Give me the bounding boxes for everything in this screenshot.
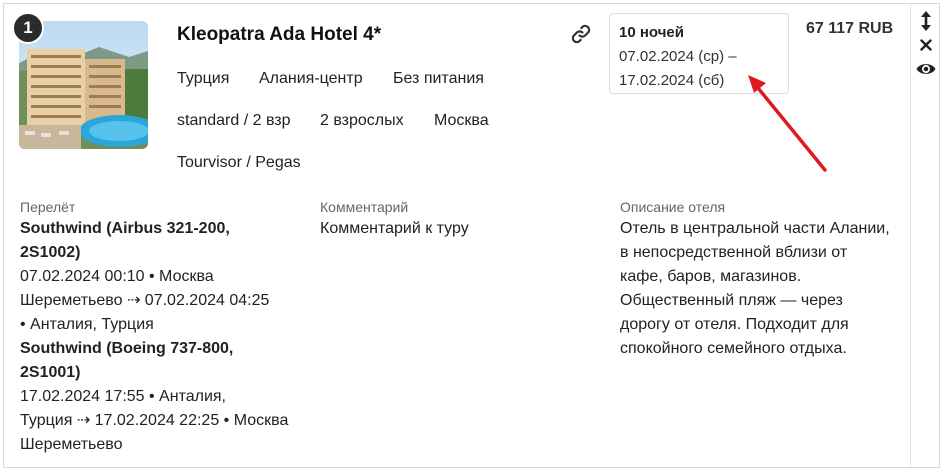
comment-label: Комментарий [320, 199, 409, 215]
tag-operator: Tourvisor / Pegas [177, 154, 301, 171]
comment-column: Комментарий Комментарий к туру [320, 197, 600, 241]
flight-detail: Шереметьево ⇢ 07.02.2024 04:25 [20, 292, 270, 309]
tag-room: standard / 2 взр [177, 112, 291, 129]
move-vertical-icon[interactable] [911, 10, 941, 32]
flight-segment: Southwind (Airbus 321-200, 2S1002) 07.02… [20, 217, 300, 337]
eye-icon[interactable] [911, 58, 941, 80]
dates-box: 10 ночей 07.02.2024 (ср) – 17.02.2024 (с… [609, 13, 789, 94]
tour-card: 1 Kleopatra Ada Hotel 4* Турция Алания-ц… [3, 3, 940, 468]
tag-region: Алания-центр [259, 70, 363, 87]
link-icon[interactable] [569, 22, 593, 46]
description-line: спокойного семейного отдыха. [620, 340, 847, 357]
date-from: 07.02.2024 (ср) – [619, 48, 737, 65]
flight-column: Перелёт Southwind (Airbus 321-200, 2S100… [20, 197, 300, 457]
tour-price: 67 117 RUB [806, 20, 894, 37]
description-line: кафе, баров, магазинов. [620, 268, 802, 285]
date-to: 17.02.2024 (сб) [619, 72, 725, 89]
flight-segment: Southwind (Boeing 737-800, 2S1001) 17.02… [20, 337, 300, 457]
tag-departure-city: Москва [434, 112, 489, 129]
tag-country: Турция [177, 70, 230, 87]
flight-detail: Шереметьево [20, 436, 123, 453]
close-icon[interactable] [911, 34, 941, 56]
tag-guests: 2 взрослых [320, 112, 404, 129]
description-line: Общественный пляж — через [620, 292, 843, 309]
flight-detail: • Анталия, Турция [20, 316, 154, 333]
description-line: Отель в центральной части Алании, [620, 220, 890, 237]
hotel-title[interactable]: Kleopatra Ada Hotel 4* [177, 24, 381, 46]
description-column: Описание отеля Отель в центральной части… [620, 197, 905, 361]
flight-detail: 07.02.2024 00:10 • Москва [20, 268, 214, 285]
comment-text: Комментарий к туру [320, 220, 469, 237]
flight-detail: 17.02.2024 17:55 • Анталия, [20, 388, 226, 405]
tag-meal: Без питания [393, 70, 484, 87]
flight-detail: Турция ⇢ 17.02.2024 22:25 • Москва [20, 412, 289, 429]
flight-number: 2S1001) [20, 364, 81, 381]
description-line: в непосредственной вблизи от [620, 244, 848, 261]
flight-name: Southwind (Boeing 737-800, [20, 340, 234, 357]
nights-count: 10 ночей [619, 24, 684, 41]
side-actions [910, 4, 940, 467]
description-label: Описание отеля [620, 199, 726, 215]
flight-label: Перелёт [20, 199, 76, 215]
result-index-badge: 1 [12, 12, 44, 44]
description-line: дорогу от отеля. Подходит для [620, 316, 849, 333]
flight-number: 2S1002) [20, 244, 81, 261]
flight-name: Southwind (Airbus 321-200, [20, 220, 230, 237]
